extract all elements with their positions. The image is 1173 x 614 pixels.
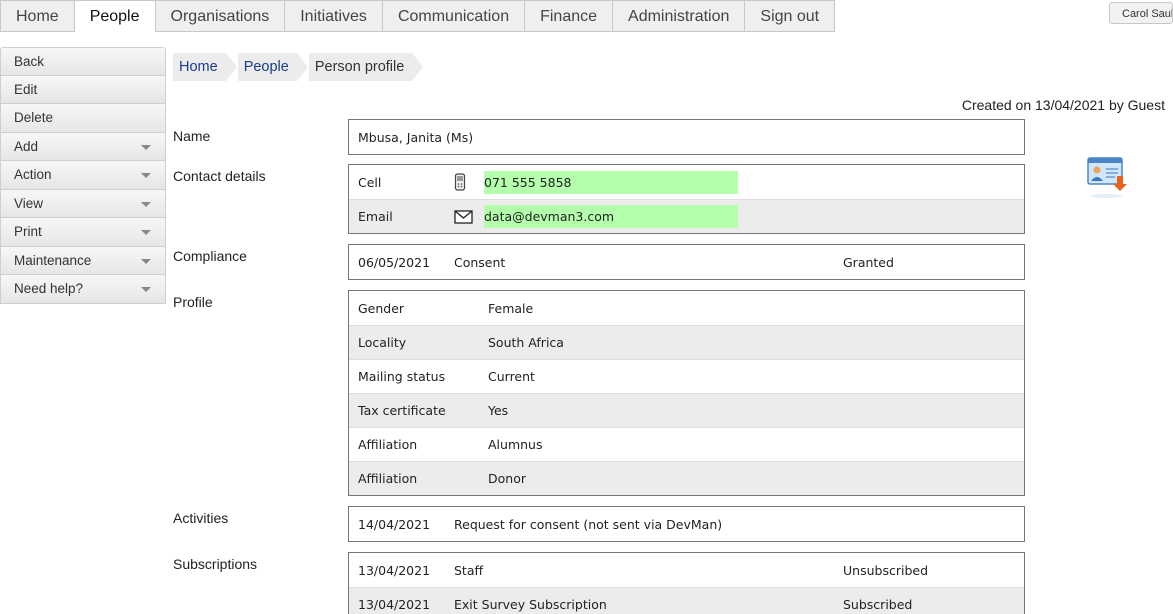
cell-number[interactable]: 071 555 5858: [484, 170, 738, 194]
name-label: Name: [173, 128, 211, 144]
chevron-down-icon: [141, 173, 151, 178]
breadcrumb: Home People Person profile: [173, 53, 424, 81]
menu-add-label: Add: [14, 138, 39, 154]
vcard-export-icon[interactable]: [1086, 154, 1132, 200]
tab-finance[interactable]: Finance: [525, 0, 614, 32]
side-menu: Back Edit Delete Add Action View Print M…: [0, 47, 166, 304]
profile-row[interactable]: Locality South Africa: [349, 325, 1024, 359]
profile-label: Profile: [173, 294, 213, 310]
subscription-row[interactable]: 13/04/2021 Exit Survey Subscription Subs…: [349, 587, 1024, 614]
profile-key: Affiliation: [358, 437, 418, 452]
menu-view-label: View: [14, 195, 44, 211]
menu-delete-label: Delete: [14, 110, 54, 125]
contact-details-box: Cell 071 555 5858 Email data@devman3.com: [348, 164, 1025, 234]
profile-value: Current: [488, 369, 535, 384]
profile-row[interactable]: Affiliation Alumnus: [349, 427, 1024, 461]
profile-value: South Africa: [488, 335, 564, 350]
tab-sign-out[interactable]: Sign out: [745, 0, 836, 32]
profile-key: Affiliation: [358, 471, 418, 486]
profile-key: Tax certificate: [358, 403, 446, 418]
subscription-status: Subscribed: [843, 597, 913, 612]
compliance-box: 06/05/2021 Consent Granted: [348, 244, 1025, 280]
menu-edit[interactable]: Edit: [0, 75, 166, 104]
profile-key: Gender: [358, 300, 405, 316]
activities-box: 14/04/2021 Request for consent (not sent…: [348, 506, 1025, 542]
created-info: Created on 13/04/2021 by Guest: [961, 97, 1165, 113]
menu-back-label: Back: [14, 54, 45, 69]
contact-row-cell[interactable]: Cell 071 555 5858: [349, 165, 1024, 199]
email-address[interactable]: data@devman3.com: [484, 205, 738, 228]
menu-delete[interactable]: Delete: [0, 104, 166, 133]
menu-action[interactable]: Action: [0, 161, 166, 190]
name-row[interactable]: Mbusa, Janita (Ms): [349, 120, 1024, 154]
compliance-date: 06/05/2021: [358, 254, 431, 270]
menu-view[interactable]: View: [0, 189, 166, 218]
activity-date: 14/04/2021: [358, 516, 431, 532]
menu-print[interactable]: Print: [0, 218, 166, 247]
profile-row[interactable]: Affiliation Donor: [349, 461, 1024, 495]
profile-value: Yes: [488, 403, 509, 418]
breadcrumb-person-profile: Person profile: [308, 53, 424, 81]
menu-edit-label: Edit: [14, 81, 38, 97]
subscriptions-label: Subscriptions: [173, 556, 258, 572]
mobile-phone-icon: [454, 173, 484, 191]
chevron-down-icon: [141, 287, 151, 292]
activities-label: Activities: [173, 510, 229, 526]
tab-home[interactable]: Home: [0, 0, 75, 32]
compliance-status: Granted: [843, 254, 894, 270]
envelope-icon: [454, 209, 484, 224]
chevron-down-icon: [141, 144, 151, 150]
tab-initiatives[interactable]: Initiatives: [285, 0, 383, 32]
tab-communication[interactable]: Communication: [382, 0, 526, 32]
compliance-row[interactable]: 06/05/2021 Consent Granted: [349, 245, 1024, 279]
chevron-down-icon: [141, 258, 151, 264]
person-name: Mbusa, Janita (Ms): [358, 129, 474, 145]
profile-row[interactable]: Gender Female: [349, 291, 1024, 325]
breadcrumb-people[interactable]: People: [237, 53, 309, 81]
profile-value: Donor: [488, 471, 526, 486]
profile-row[interactable]: Tax certificate Yes: [349, 393, 1024, 427]
profile-key: Mailing status: [358, 369, 446, 384]
contact-row-email[interactable]: Email data@devman3.com: [349, 199, 1024, 233]
profile-value: Female: [488, 300, 534, 316]
menu-add[interactable]: Add: [0, 132, 166, 161]
subscription-row[interactable]: 13/04/2021 Staff Unsubscribed: [349, 553, 1024, 587]
menu-print-label: Print: [14, 224, 42, 239]
profile-row[interactable]: Mailing status Current: [349, 359, 1024, 393]
activity-item: Request for consent (not sent via DevMan…: [454, 516, 723, 532]
name-box: Mbusa, Janita (Ms): [348, 119, 1025, 155]
compliance-label: Compliance: [173, 248, 247, 264]
contact-type-email: Email: [358, 209, 393, 224]
chevron-down-icon: [141, 201, 151, 207]
menu-maintenance[interactable]: Maintenance: [0, 246, 166, 275]
menu-need-help-label: Need help?: [14, 281, 84, 296]
chevron-down-icon: [141, 230, 151, 235]
menu-back[interactable]: Back: [0, 47, 166, 76]
tab-administration[interactable]: Administration: [613, 0, 746, 32]
tab-people[interactable]: People: [74, 0, 156, 32]
menu-maintenance-label: Maintenance: [14, 252, 92, 268]
menu-action-label: Action: [14, 167, 52, 182]
tab-organisations[interactable]: Organisations: [155, 0, 286, 32]
contact-type-cell: Cell: [358, 174, 382, 190]
profile-value: Alumnus: [488, 437, 543, 452]
subscription-date: 13/04/2021: [358, 562, 431, 578]
activity-row[interactable]: 14/04/2021 Request for consent (not sent…: [349, 507, 1024, 541]
subscription-item: Staff: [454, 562, 484, 578]
breadcrumb-home[interactable]: Home: [173, 53, 237, 81]
subscription-date: 13/04/2021: [358, 597, 431, 612]
user-account-button[interactable]: Carol Saul: [1109, 2, 1173, 24]
subscription-item: Exit Survey Subscription: [454, 597, 607, 612]
contact-details-label: Contact details: [173, 168, 266, 184]
menu-need-help[interactable]: Need help?: [0, 275, 166, 304]
subscriptions-box: 13/04/2021 Staff Unsubscribed 13/04/2021…: [348, 552, 1025, 614]
profile-box: Gender Female Locality South Africa Mail…: [348, 290, 1025, 496]
profile-key: Locality: [358, 335, 407, 350]
compliance-item: Consent: [454, 254, 506, 270]
subscription-status: Unsubscribed: [843, 562, 928, 578]
top-navigation: Home People Organisations Initiatives Co…: [0, 0, 836, 32]
